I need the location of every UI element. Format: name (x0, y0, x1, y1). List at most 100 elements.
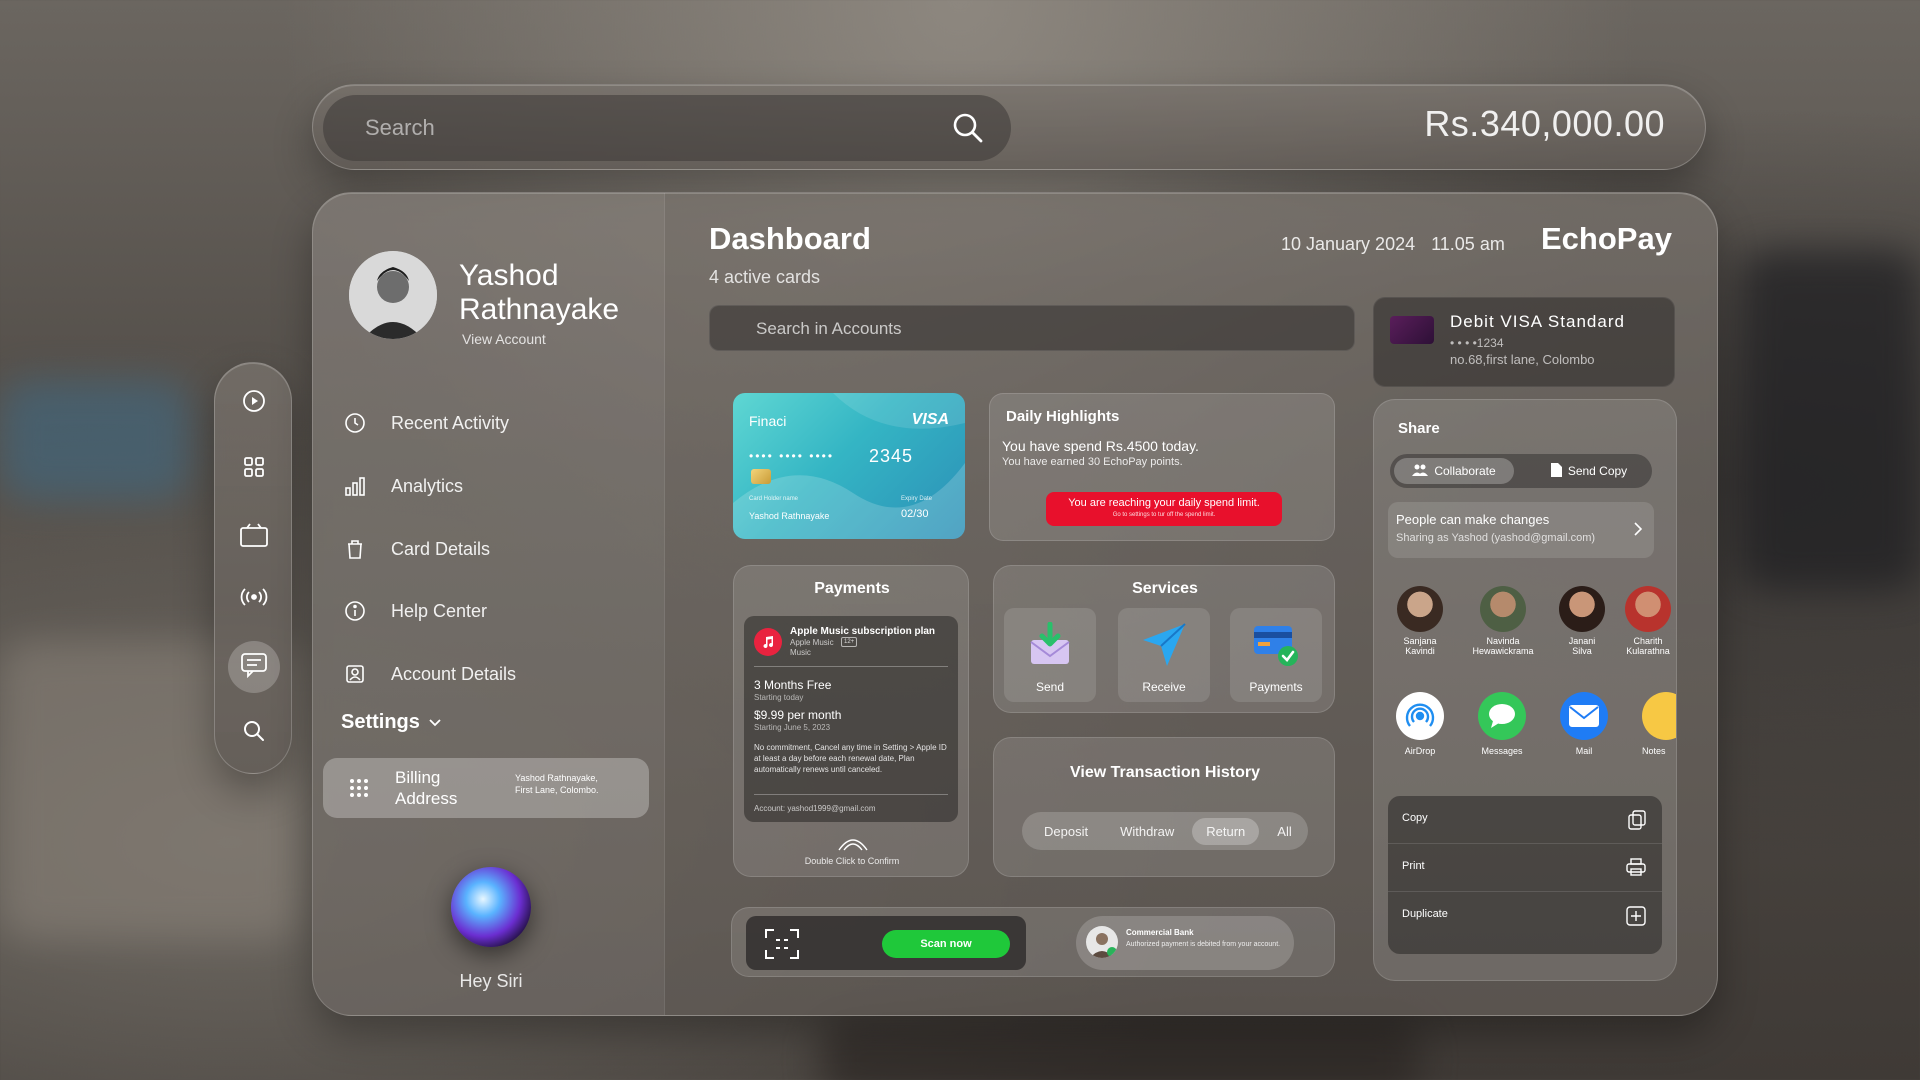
action-copy[interactable]: Copy (1388, 796, 1662, 844)
nav-label: Help Center (391, 600, 488, 621)
app-label: Notes (1642, 746, 1666, 756)
trash-icon (343, 537, 367, 561)
rail-broadcast-button[interactable] (228, 573, 280, 625)
nav-help-center[interactable]: Help Center (343, 591, 487, 631)
action-label: Duplicate (1402, 908, 1448, 920)
notification-body: Authorized payment is debited from your … (1126, 941, 1281, 948)
chat-icon (240, 652, 268, 683)
notification-title: Commercial Bank (1126, 928, 1194, 937)
plan-account: Account: yashod1999@gmail.com (754, 804, 876, 813)
search-placeholder: Search (365, 115, 435, 140)
payments-panel: Payments Apple Music subscription plan A… (733, 565, 969, 877)
add-square-icon (1626, 906, 1646, 931)
plan-terms: No commitment, Cancel any time in Settin… (754, 743, 947, 774)
share-contact[interactable]: Janani Silva (1552, 586, 1612, 656)
filter-withdraw[interactable]: Withdraw (1106, 818, 1188, 845)
background-tv-right (1740, 250, 1920, 590)
contact-icon (343, 662, 367, 686)
current-time: 11.05 am (1431, 234, 1505, 254)
rail-play-button[interactable] (228, 377, 280, 429)
nav-account-details[interactable]: Account Details (343, 654, 516, 694)
services-panel: Services Send Receive Payments (993, 565, 1335, 713)
nav-analytics[interactable]: Analytics (343, 466, 463, 506)
plan-price: $9.99 per month (754, 708, 842, 722)
nav-recent-activity[interactable]: Recent Activity (343, 403, 509, 443)
background-window-left (0, 380, 190, 500)
grid-icon (242, 455, 266, 484)
filter-deposit[interactable]: Deposit (1030, 818, 1102, 845)
share-app-notes[interactable]: Notes (1636, 692, 1676, 756)
rail-search-button[interactable] (228, 707, 280, 759)
global-search-input[interactable]: Search (323, 95, 1011, 161)
free-trial-start: Starting today (754, 693, 804, 702)
age-rating-badge: 12+ (841, 637, 858, 647)
billing-address-row[interactable]: Billing Address Yashod Rathnayake, First… (323, 758, 649, 818)
search-icon[interactable] (951, 111, 985, 150)
permissions-subtitle: Sharing as Yashod (yashod@gmail.com) (1396, 532, 1596, 544)
double-click-confirm[interactable]: Double Click to Confirm (734, 856, 970, 866)
services-title: Services (1132, 580, 1198, 597)
action-duplicate[interactable]: Duplicate (1388, 892, 1662, 940)
share-contact[interactable]: Sanjana Kavindi (1386, 586, 1454, 656)
document-icon (1550, 462, 1562, 480)
siri-orb[interactable] (451, 867, 531, 947)
copy-icon (1628, 810, 1646, 835)
filter-all[interactable]: All (1263, 818, 1305, 845)
share-mode-toggle: Collaborate Send Copy (1390, 454, 1652, 488)
avatar[interactable] (349, 251, 437, 339)
credit-card[interactable]: Finaci VISA •••• •••• •••• 2345 Card Hol… (733, 393, 965, 539)
share-app-messages[interactable]: Messages (1472, 692, 1532, 756)
spend-limit-alert[interactable]: You are reaching your daily spend limit.… (1046, 492, 1282, 526)
date-time: 10 January 2024 11.05 am (1281, 234, 1505, 255)
scan-frame-icon (764, 928, 800, 965)
contact-avatar (1397, 586, 1443, 632)
share-contact[interactable]: Navinda Hewawickrama (1460, 586, 1546, 656)
divider (754, 794, 948, 795)
environment-icon (239, 522, 269, 553)
service-send-button[interactable]: Send (1004, 608, 1096, 702)
rail-apps-button[interactable] (228, 443, 280, 495)
card-bank-name: Finaci (749, 413, 787, 429)
service-label: Receive (1142, 680, 1186, 694)
profile-name: Yashod Rathnayake (459, 259, 619, 327)
dots-grid-icon (349, 778, 369, 803)
nav-card-details[interactable]: Card Details (343, 529, 490, 569)
debit-card-tile[interactable]: Debit VISA Standard • • • •1234 no.68,fi… (1373, 297, 1675, 387)
share-permissions-row[interactable]: People can make changes Sharing as Yasho… (1388, 502, 1654, 558)
service-payments-button[interactable]: Payments (1230, 608, 1322, 702)
settings-toggle[interactable]: Settings (341, 711, 442, 734)
rail-messages-button[interactable] (228, 641, 280, 693)
debit-card-title: Debit VISA Standard (1450, 312, 1625, 331)
send-copy-button[interactable]: Send Copy (1530, 458, 1648, 484)
scan-now-button[interactable]: Scan now (882, 930, 1010, 958)
collaborate-button[interactable]: Collaborate (1394, 458, 1514, 484)
payments-title: Payments (814, 580, 890, 597)
mail-icon (1560, 692, 1608, 740)
nav-label: Account Details (391, 663, 517, 684)
view-account-link[interactable]: View Account (462, 331, 546, 347)
permissions-title: People can make changes (1396, 512, 1550, 527)
share-app-mail[interactable]: Mail (1556, 692, 1612, 756)
share-app-airdrop[interactable]: AirDrop (1392, 692, 1448, 756)
collaborate-label: Collaborate (1434, 464, 1496, 478)
share-sheet: Share Collaborate Send Copy People can m… (1373, 399, 1677, 981)
top-bar: Search Rs.340,000.00 (312, 84, 1706, 170)
alert-text: You are reaching your daily spend limit. (1068, 497, 1260, 509)
service-receive-button[interactable]: Receive (1118, 608, 1210, 702)
debit-card-address: no.68,first lane, Colombo (1450, 352, 1595, 367)
bar-chart-icon (343, 474, 367, 498)
rail-environment-button[interactable] (228, 511, 280, 563)
music-app-icon (754, 628, 782, 656)
contact-first-name: Sanjana (1403, 636, 1437, 646)
people-icon (1412, 464, 1429, 479)
history-title: View Transaction History (1070, 764, 1260, 781)
payment-notification[interactable]: Commercial Bank Authorized payment is de… (1076, 916, 1294, 970)
sidebar: Yashod Rathnayake View Account Recent Ac… (313, 193, 665, 1015)
contact-first-name: Janani (1568, 636, 1596, 646)
accounts-search-input[interactable]: Search in Accounts (709, 305, 1355, 351)
search-icon (242, 719, 266, 748)
action-print[interactable]: Print (1388, 844, 1662, 892)
share-contact[interactable]: Charith Kularathna (1618, 586, 1676, 656)
card-chip-icon (751, 469, 771, 484)
filter-return[interactable]: Return (1192, 817, 1260, 845)
